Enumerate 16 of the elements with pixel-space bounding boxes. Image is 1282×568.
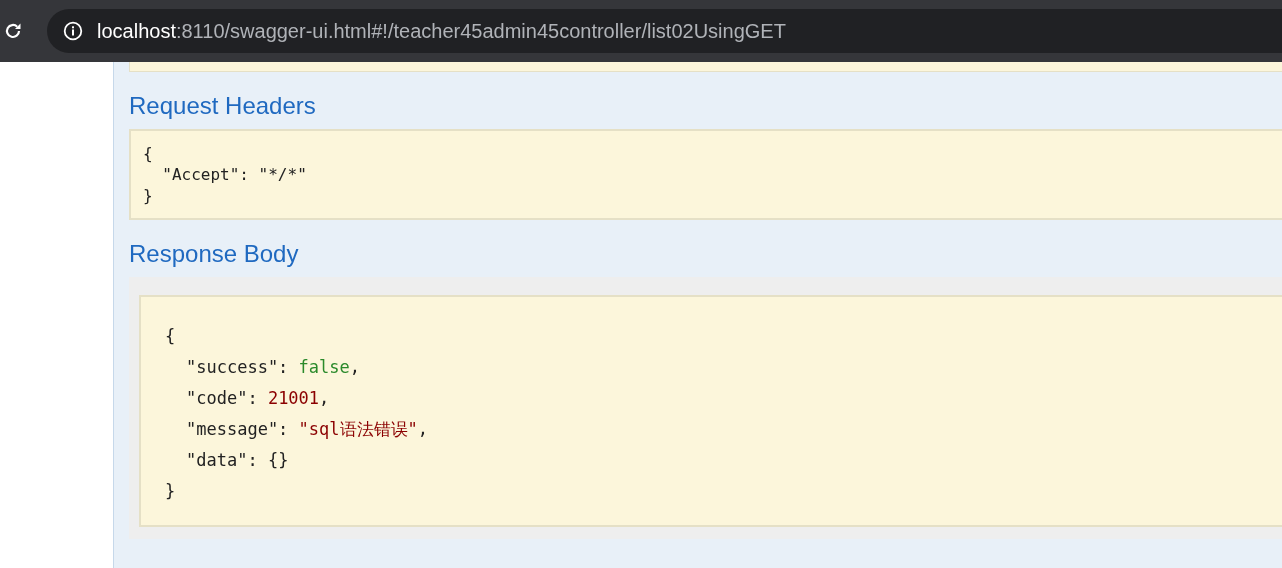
code-line: { [165, 324, 177, 348]
code-line: "Accept": "*/*" [161, 163, 308, 185]
reload-icon[interactable] [3, 21, 23, 41]
code-line: "message": "sql语法错误", [185, 417, 430, 441]
code-line: "code": 21001, [185, 386, 331, 410]
info-icon[interactable] [63, 21, 83, 41]
section-title: Request Headers [129, 92, 317, 121]
address-bar[interactable]: localhost:8110/swagger-ui.html#!/teacher45admin45controller/list02UsingGET [47, 9, 1282, 53]
section-title: Response Body [129, 239, 300, 269]
code-line: } [143, 184, 154, 206]
url-path: :8110/swagger-ui.html#!/teacher45admin45controller/list02UsingGET [175, 19, 786, 43]
url-host: localhost [97, 19, 176, 43]
code-line: } [165, 479, 177, 503]
code-line: { [143, 142, 154, 164]
code-line: "success": false, [185, 355, 362, 379]
code-line: "data": {} [185, 448, 290, 472]
